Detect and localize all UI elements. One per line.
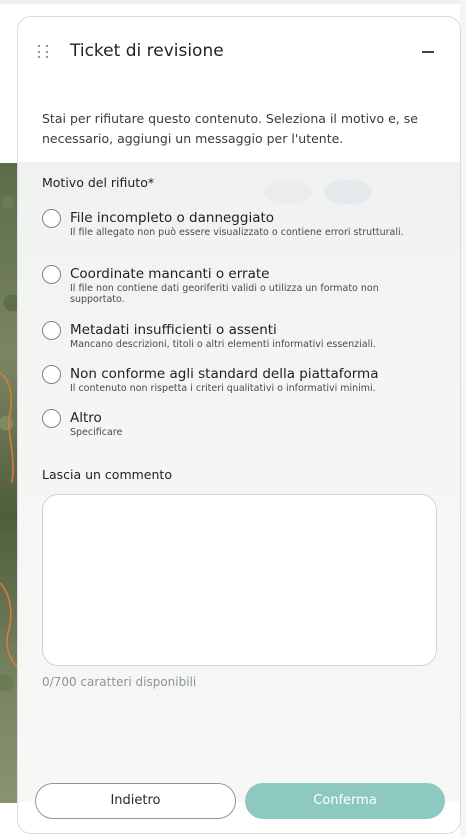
panel-header: Ticket di revisione [18, 17, 460, 87]
radio-button[interactable] [42, 209, 61, 228]
radio-button[interactable] [42, 321, 61, 340]
confirm-button[interactable]: Conferma [245, 783, 445, 819]
minimize-icon[interactable] [422, 51, 434, 53]
option-title: Non conforme agli standard della piattaf… [70, 366, 379, 382]
drag-handle-icon[interactable] [38, 45, 50, 59]
panel-backdrop [18, 162, 460, 802]
reason-label: Motivo del rifiuto* [42, 175, 155, 190]
radio-button[interactable] [42, 365, 61, 384]
option-description: Il file allegato non può essere visualiz… [70, 227, 404, 238]
panel-title: Ticket di revisione [70, 41, 224, 61]
back-button[interactable]: Indietro [35, 783, 236, 819]
option-title: Metadati insufficienti o assenti [70, 322, 277, 338]
review-ticket-panel: Ticket di revisione Stai per rifiutare q… [17, 16, 461, 834]
option-description: Mancano descrizioni, titoli o altri elem… [70, 339, 376, 350]
option-title: Coordinate mancanti o errate [70, 266, 270, 282]
option-description: Specificare [70, 427, 123, 438]
comment-label: Lascia un commento [42, 467, 172, 482]
intro-text: Stai per rifiutare questo contenuto. Sel… [42, 111, 418, 146]
comment-textarea[interactable] [42, 494, 437, 666]
radio-button[interactable] [42, 265, 61, 284]
option-title: Altro [70, 410, 102, 426]
option-title: File incompleto o danneggiato [70, 210, 275, 226]
radio-button[interactable] [42, 409, 61, 428]
map-top-edge [0, 0, 466, 4]
character-counter: 0/700 caratteri disponibili [42, 675, 197, 689]
map-route-line [0, 372, 18, 669]
option-description: Il contenuto non rispetta i criteri qual… [70, 383, 376, 394]
option-description: Il file non contiene dati georiferiti va… [70, 283, 379, 305]
